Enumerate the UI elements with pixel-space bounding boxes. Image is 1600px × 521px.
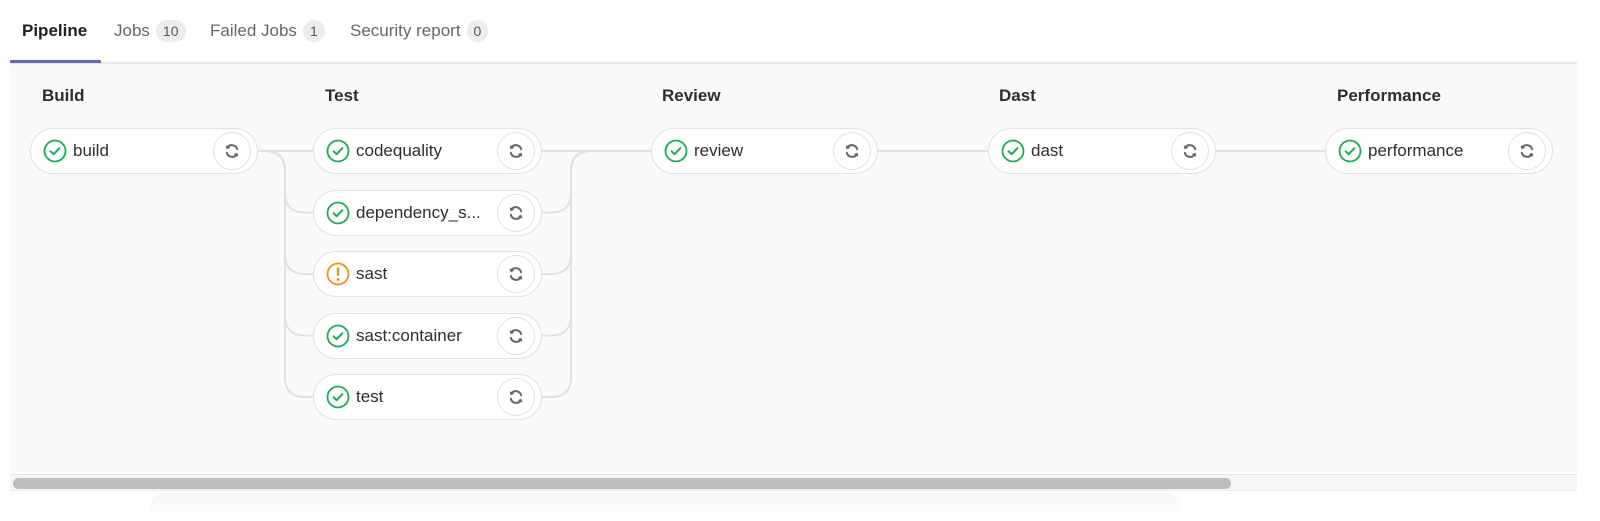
tab-security-report-label: Security report [350,21,461,40]
check-circle-icon [43,139,67,163]
jobs-count-badge: 10 [155,20,186,42]
job-sast-container[interactable]: sast:container [313,312,542,359]
retry-button[interactable] [497,132,535,170]
scrollbar-thumb[interactable] [13,478,1231,489]
warning-circle-icon [326,262,350,286]
stage-title-build: Build [42,86,85,105]
retry-button[interactable] [497,316,535,355]
tab-failed-jobs[interactable]: Failed Jobs 1 [210,18,325,44]
job-name: codequality [356,141,443,160]
stage-title-dast: Dast [999,86,1036,105]
tab-security-report[interactable]: Security report 0 [350,18,489,44]
retry-button[interactable] [1508,132,1546,170]
job-test[interactable]: test [313,374,542,420]
job-name: dast [1031,141,1064,160]
tab-pipeline-label: Pipeline [22,21,88,40]
retry-icon [509,267,523,281]
retry-icon [509,328,523,343]
security-report-count-badge: 0 [466,20,489,42]
retry-icon [509,205,523,220]
tab-jobs[interactable]: Jobs 10 [114,18,186,44]
active-tab-indicator [10,60,101,63]
retry-icon [509,144,523,158]
job-name: review [694,141,744,160]
check-circle-icon [1338,139,1362,163]
job-name: test [356,387,384,406]
stage-title-test: Test [325,86,359,105]
retry-button[interactable] [497,255,535,293]
job-dependency-s[interactable]: dependency_s... [313,189,542,236]
retry-icon [1183,144,1197,158]
footer-shadow [150,493,1180,521]
horizontal-scrollbar[interactable] [10,474,1577,491]
pipeline-graph: Build build Test codequality dependency_s...… [10,64,1577,472]
retry-button[interactable] [833,132,871,170]
tab-pipeline[interactable]: Pipeline [22,18,87,44]
retry-icon [845,144,859,158]
retry-button[interactable] [213,132,251,170]
retry-icon [509,390,523,404]
pipeline-tabs: Pipeline Jobs 10 Failed Jobs 1 Security … [10,0,1577,64]
check-circle-icon [1001,139,1025,163]
job-name: performance [1368,141,1464,160]
job-name: sast:container [356,325,462,345]
check-circle-icon [326,139,350,163]
job-sast[interactable]: sast [313,251,542,297]
job-codequality[interactable]: codequality [313,128,542,174]
job-name: sast [356,264,388,283]
failed-jobs-count-badge: 1 [302,20,325,42]
check-circle-icon [326,385,350,409]
check-circle-icon [326,324,350,348]
tab-failed-jobs-label: Failed Jobs [210,21,297,40]
job-dast[interactable]: dast [988,128,1216,174]
job-connectors [258,150,1325,398]
stage-title-review: Review [662,86,721,105]
job-build[interactable]: build [30,128,258,174]
retry-button[interactable] [497,193,535,232]
retry-button[interactable] [497,378,535,416]
retry-icon [1520,144,1534,158]
check-circle-icon [326,201,350,225]
job-performance[interactable]: performance [1325,128,1553,174]
job-review[interactable]: review [651,128,878,174]
tab-jobs-label: Jobs [114,21,150,40]
check-circle-icon [664,139,688,163]
stage-title-performance: Performance [1337,86,1441,105]
connector-merge [542,150,651,214]
retry-icon [225,144,239,158]
job-name: build [73,141,109,160]
retry-button[interactable] [1171,132,1209,170]
connector-merge [542,150,651,337]
job-name: dependency_s... [356,202,481,222]
